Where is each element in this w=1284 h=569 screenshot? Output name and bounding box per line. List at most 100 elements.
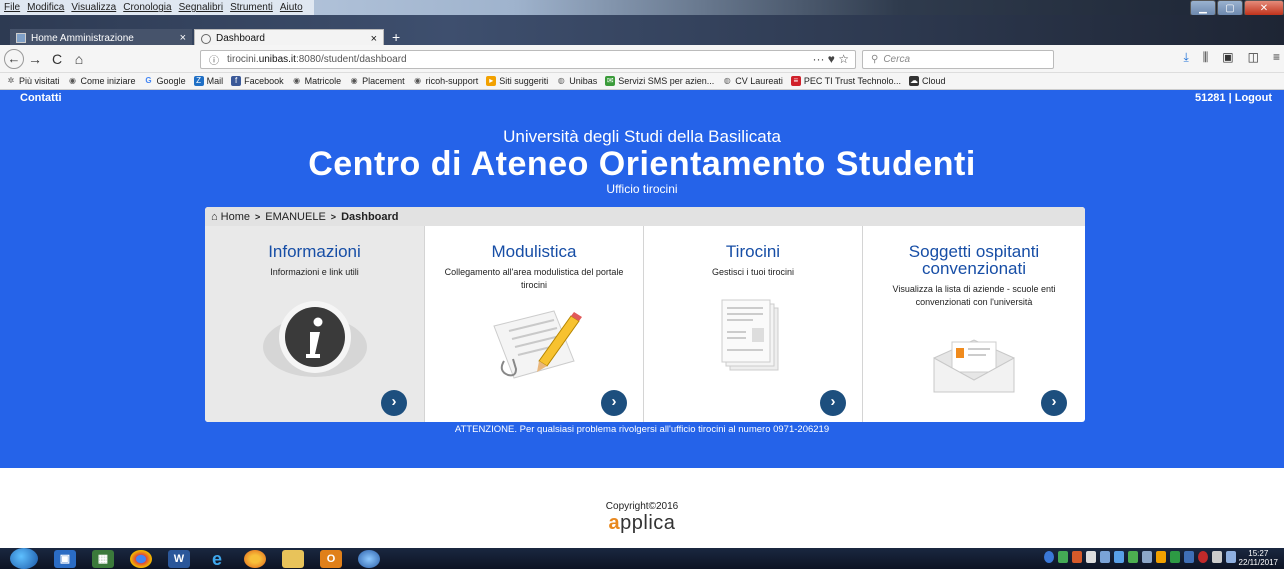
home-button[interactable]: ⌂: [68, 51, 90, 67]
bookmark-unibas[interactable]: ◍ Unibas: [556, 76, 598, 86]
open-informazioni-button[interactable]: ›: [381, 390, 407, 416]
search-input[interactable]: ⚲ Cerca: [862, 50, 1054, 69]
taskbar-firefox-icon[interactable]: [244, 549, 266, 568]
bookmark-google[interactable]: G Google: [144, 76, 185, 86]
bookmark-pec[interactable]: ≡ PEC TI Trust Technolo...: [790, 76, 901, 86]
bookmark-come-iniziare[interactable]: ◉ Come iniziare: [68, 76, 136, 86]
menu-file[interactable]: File: [4, 2, 20, 13]
tray-icon[interactable]: [1156, 551, 1166, 563]
tab-label: Dashboard: [216, 33, 265, 44]
card-title: Tirocini: [725, 242, 781, 261]
maximize-button[interactable]: ▢: [1217, 0, 1243, 16]
unibas-icon: ◍: [723, 76, 731, 85]
back-button[interactable]: ←: [4, 48, 24, 69]
tray-icon[interactable]: [1100, 551, 1110, 563]
tray-icon[interactable]: [1058, 551, 1068, 563]
taskbar-chrome-icon[interactable]: [130, 549, 152, 568]
google-icon: G: [145, 76, 152, 85]
menu-cronologia[interactable]: Cronologia: [123, 2, 171, 13]
open-soggetti-ospitanti-button[interactable]: ›: [1041, 390, 1067, 416]
info-icon[interactable]: ⓘ: [209, 52, 219, 67]
taskbar-browser-icon[interactable]: [358, 549, 380, 568]
tray-icon[interactable]: [1170, 551, 1180, 563]
tray-icon[interactable]: [1198, 551, 1208, 563]
card-soggetti-ospitanti[interactable]: Soggetti ospitanti convenzionati Visuali…: [862, 226, 1085, 422]
hamburger-menu-icon[interactable]: ≡: [1273, 50, 1280, 65]
start-button[interactable]: [10, 548, 38, 569]
envelope-icon: [933, 339, 1015, 393]
system-tray: [1044, 551, 1236, 563]
volume-icon[interactable]: [1212, 551, 1222, 563]
siti-icon: ▸: [486, 76, 497, 86]
card-description: Informazioni e link utili: [270, 267, 359, 277]
card-title: Modulistica: [491, 242, 577, 261]
library-icon[interactable]: ⫼: [1203, 50, 1209, 65]
breadcrumb-separator: >: [330, 211, 337, 222]
open-tirocini-button[interactable]: ›: [820, 390, 846, 416]
reader-icon[interactable]: ▣: [1222, 50, 1233, 65]
taskbar-app-icon[interactable]: ▦: [92, 549, 114, 568]
bookmark-ricoh-support[interactable]: ◉ ricoh-support: [413, 76, 478, 86]
breadcrumb-home[interactable]: Home: [221, 211, 250, 223]
menu-visualizza[interactable]: Visualizza: [71, 2, 116, 13]
card-description: Visualizza la lista di aziende - scuole …: [892, 284, 1056, 307]
new-tab-button[interactable]: +: [392, 29, 400, 45]
breadcrumb-separator: >: [255, 211, 261, 222]
bookmark-cv-laureati[interactable]: ◍ CV Laureati: [722, 76, 783, 86]
page-actions[interactable]: ··· ♥ ☆: [812, 52, 849, 66]
dashboard-panel: ⌂ Home > EMANUELE > Dashboard Informazio…: [205, 207, 1085, 422]
menu-modifica[interactable]: Modifica: [27, 2, 64, 13]
card-tirocini[interactable]: Tirocini Gestisci i tuoi tirocini ›: [643, 226, 862, 422]
taskbar-word-icon[interactable]: W: [168, 549, 190, 568]
bookmark-matricole[interactable]: ◉ Matricole: [292, 76, 341, 86]
sidebar-icon[interactable]: ◫: [1248, 50, 1259, 65]
download-icon[interactable]: ⤓: [1183, 50, 1188, 65]
bookmark-piu-visitati[interactable]: ✲ Più visitati: [6, 76, 60, 86]
bookmark-cloud[interactable]: ☁ Cloud: [909, 76, 946, 86]
url-bar[interactable]: ⓘ tirocini. unibas.it:8080/student/dashbo…: [200, 50, 856, 69]
taskbar-explorer-icon[interactable]: ▣: [54, 549, 76, 568]
taskbar-folder-icon[interactable]: [282, 549, 304, 568]
taskbar-ie-icon[interactable]: e: [206, 550, 228, 568]
open-modulistica-button[interactable]: ›: [601, 390, 627, 416]
contacts-link[interactable]: Contatti: [20, 92, 62, 104]
bookmark-siti-suggeriti[interactable]: ▸ Siti suggeriti: [486, 76, 548, 86]
close-tab-icon[interactable]: ×: [180, 32, 186, 44]
search-icon: ⚲: [871, 54, 879, 65]
tray-icon[interactable]: [1128, 551, 1138, 563]
taskbar-outlook-icon[interactable]: O: [320, 549, 342, 568]
network-icon[interactable]: [1184, 551, 1194, 563]
tray-icon[interactable]: [1072, 551, 1082, 563]
bookmark-servizi-sms[interactable]: ✉ Servizi SMS per azien...: [605, 76, 714, 86]
menu-strumenti[interactable]: Strumenti: [230, 2, 273, 13]
bookmark-placement[interactable]: ◉ Placement: [349, 76, 405, 86]
url-host: unibas.it: [258, 54, 296, 65]
card-modulistica[interactable]: Modulistica Collegamento all'area moduli…: [424, 226, 643, 422]
breadcrumb-student[interactable]: EMANUELE: [265, 211, 326, 223]
pec-icon: ≡: [790, 76, 801, 86]
footer: Copyright©2016 applica: [0, 468, 1284, 548]
user-logout-link[interactable]: 51281 | Logout: [1195, 92, 1272, 104]
forward-button[interactable]: →: [24, 51, 46, 67]
document-pencil-icon: [493, 310, 582, 379]
tray-icon[interactable]: [1142, 551, 1152, 563]
shield-icon[interactable]: [1226, 551, 1236, 563]
contact-notice: ATTENZIONE. Per qualsiasi problema rivol…: [454, 424, 830, 435]
bookmark-mail[interactable]: Z Mail: [193, 76, 223, 86]
card-informazioni[interactable]: Informazioni Informazioni e link utili ›: [205, 226, 424, 422]
document-stack-icon: [721, 299, 779, 371]
tab-label: Home Amministrazione: [31, 32, 134, 44]
minimize-button[interactable]: ▁: [1190, 0, 1216, 16]
globe-icon: ◉: [350, 76, 358, 85]
reload-button[interactable]: C: [46, 51, 68, 67]
menu-segnalibri[interactable]: Segnalibri: [179, 2, 223, 13]
tray-icon[interactable]: [1114, 551, 1124, 563]
close-tab-icon[interactable]: ×: [371, 33, 377, 45]
menu-aiuto[interactable]: Aiuto: [280, 2, 303, 13]
help-icon[interactable]: [1044, 551, 1054, 563]
flag-icon[interactable]: [1086, 551, 1096, 563]
close-window-button[interactable]: ✕: [1244, 0, 1284, 16]
bookmark-facebook[interactable]: f Facebook: [231, 76, 284, 86]
card-title: Soggetti ospitanti convenzionati: [908, 242, 1040, 278]
system-clock[interactable]: 15:27 22/11/2017: [1239, 549, 1278, 567]
